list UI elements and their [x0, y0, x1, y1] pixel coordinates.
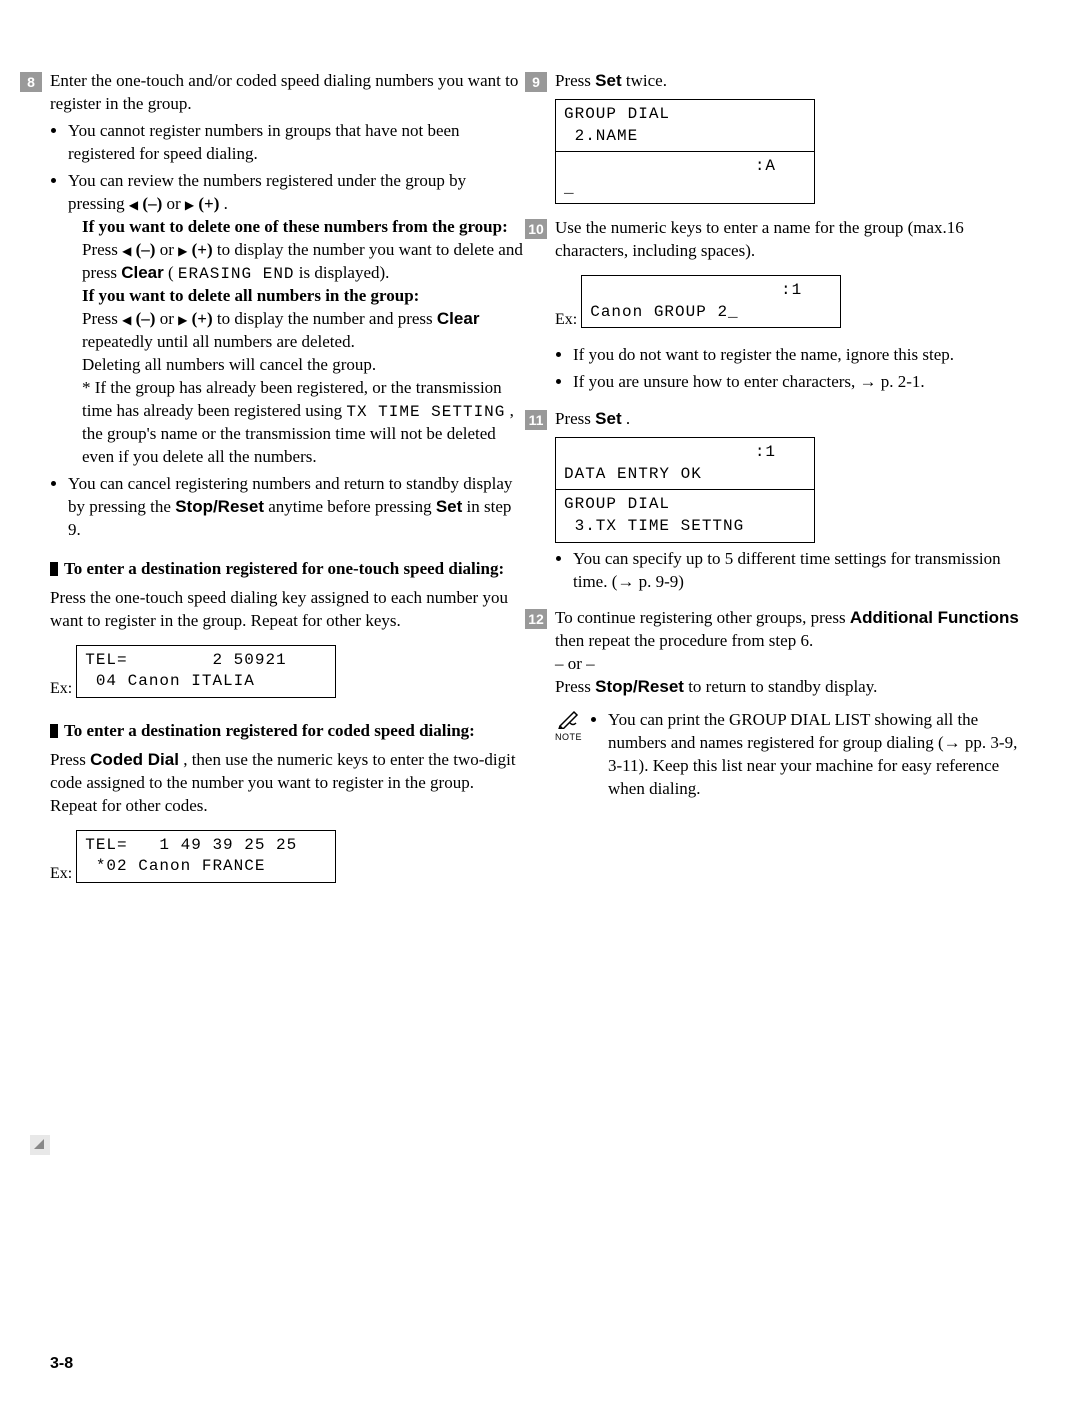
arrow-right-icon — [185, 194, 194, 213]
paragraph: Press (–) or (+) to display the number y… — [82, 239, 525, 286]
arrow-left-icon — [129, 194, 138, 213]
step-11: 11 Press Set . :1 DATA ENTRY OK GROUP DI… — [555, 408, 1030, 593]
sub-section-heading: To enter a destination registered for co… — [50, 720, 525, 743]
step-number: 11 — [525, 410, 547, 430]
square-marker-icon — [50, 724, 58, 738]
lcd-display: GROUP DIAL 3.TX TIME SETTNG — [555, 489, 815, 542]
lcd-display: TEL= 2 50921 04 Canon ITALIA — [76, 645, 336, 698]
sub-heading: If you want to delete one of these numbe… — [82, 216, 525, 239]
step-text: Enter the one-touch and/or coded speed d… — [50, 70, 525, 116]
step-text: To continue registering other groups, pr… — [555, 607, 1030, 653]
step-text: Press Set . — [555, 408, 1030, 431]
left-column: 8 Enter the one-touch and/or coded speed… — [50, 70, 525, 899]
lcd-example: Ex: TEL= 2 50921 04 Canon ITALIA — [50, 639, 525, 704]
step-9: 9 Press Set twice. GROUP DIAL 2.NAME :A … — [555, 70, 1030, 204]
paragraph: * If the group has already been register… — [82, 377, 525, 469]
arrow-left-icon — [122, 309, 131, 328]
paragraph: Press the one-touch speed dialing key as… — [50, 587, 525, 633]
page-tab-icon — [30, 1135, 50, 1155]
note-block: NOTE You can print the GROUP DIAL LIST s… — [555, 709, 1030, 809]
right-column: 9 Press Set twice. GROUP DIAL 2.NAME :A … — [555, 70, 1030, 899]
step-text: Press Stop/Reset to return to standby di… — [555, 676, 1030, 699]
example-label: Ex: — [50, 863, 72, 885]
page-number: 3-8 — [50, 1353, 73, 1375]
lcd-display: GROUP DIAL 2.NAME — [555, 99, 815, 152]
lcd-display: :1 DATA ENTRY OK — [555, 437, 815, 490]
lcd-display: :A _ — [555, 151, 815, 204]
paragraph: Deleting all numbers will cancel the gro… — [82, 354, 525, 377]
bullet: You can specify up to 5 different time s… — [573, 548, 1030, 594]
arrow-right-icon — [178, 240, 187, 259]
sub-section-heading: To enter a destination registered for on… — [50, 558, 525, 581]
step-10: 10 Use the numeric keys to enter a name … — [555, 217, 1030, 394]
step-number: 9 — [525, 72, 547, 92]
step-number: 10 — [525, 219, 547, 239]
paragraph: Press (–) or (+) to display the number a… — [82, 308, 525, 354]
step-text: Use the numeric keys to enter a name for… — [555, 217, 1030, 263]
bullet: If you are unsure how to enter character… — [573, 371, 1030, 394]
square-marker-icon — [50, 562, 58, 576]
sub-heading: If you want to delete all numbers in the… — [82, 285, 525, 308]
example-label: Ex: — [555, 309, 577, 331]
lcd-example: Ex: :1 Canon GROUP 2_ — [555, 269, 1030, 334]
bullet: You can cancel registering numbers and r… — [68, 473, 525, 542]
lcd-display: TEL= 1 49 39 25 25 *02 Canon FRANCE — [76, 830, 336, 883]
note-icon: NOTE — [555, 709, 582, 743]
example-label: Ex: — [50, 678, 72, 700]
step-number: 8 — [20, 72, 42, 92]
arrow-right-icon — [178, 309, 187, 328]
step-text: Press Set twice. — [555, 70, 1030, 93]
step-12: 12 To continue registering other groups,… — [555, 607, 1030, 809]
arrow-left-icon — [122, 240, 131, 259]
step-8: 8 Enter the one-touch and/or coded speed… — [50, 70, 525, 542]
step-number: 12 — [525, 609, 547, 629]
paragraph: Press Coded Dial , then use the numeric … — [50, 749, 525, 818]
or-separator: – or – — [555, 653, 1030, 676]
note-text: You can print the GROUP DIAL LIST showin… — [608, 709, 1030, 801]
bullet: If you do not want to register the name,… — [573, 344, 1030, 367]
lcd-example: Ex: TEL= 1 49 39 25 25 *02 Canon FRANCE — [50, 824, 525, 889]
bullet: You cannot register numbers in groups th… — [68, 120, 525, 166]
lcd-display: :1 Canon GROUP 2_ — [581, 275, 841, 328]
bullet: You can review the numbers registered un… — [68, 170, 525, 470]
